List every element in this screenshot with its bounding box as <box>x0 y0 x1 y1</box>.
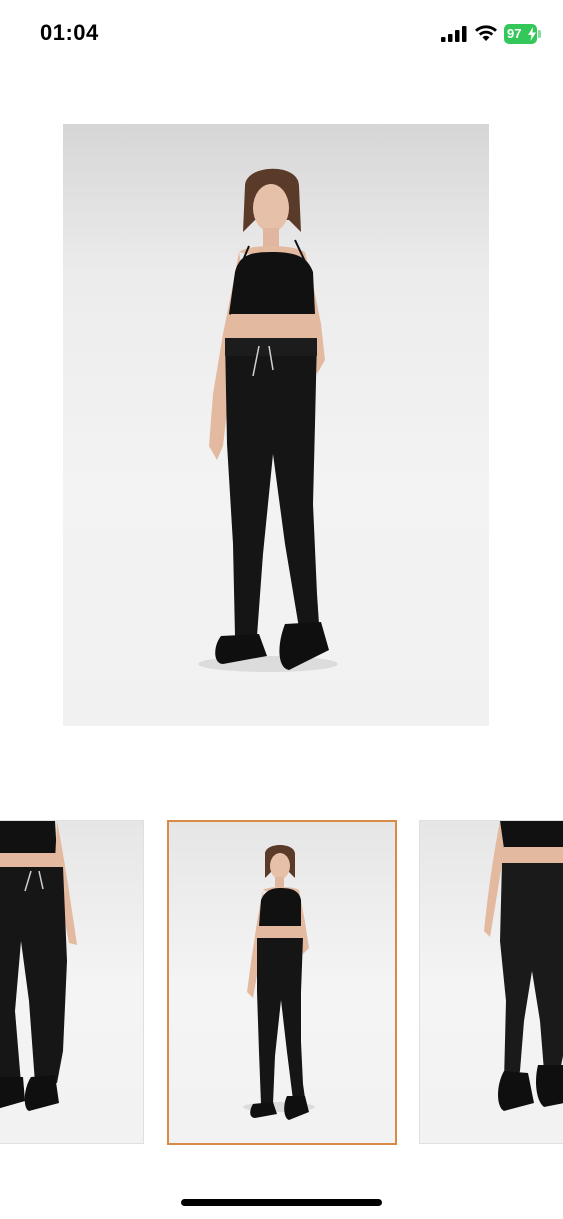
thumbnail-front-closeup[interactable] <box>0 820 144 1144</box>
battery-tip <box>538 30 541 38</box>
home-indicator[interactable] <box>181 1199 382 1206</box>
thumbnail-figure <box>0 821 77 1111</box>
model-figure <box>198 168 338 672</box>
battery-icon: 97 <box>504 24 542 44</box>
status-bar: 01:04 97 <box>0 0 563 70</box>
thumbnail-figure <box>243 845 315 1120</box>
status-time: 01:04 <box>40 20 99 45</box>
thumbnail-figure <box>484 821 563 1111</box>
thumbnail-back-closeup[interactable] <box>419 820 563 1144</box>
wifi-icon <box>475 25 497 41</box>
product-gallery-screen: 01:04 97 <box>0 0 563 1219</box>
thumbnail-full-body-front[interactable] <box>167 820 397 1145</box>
main-product-image[interactable] <box>63 124 489 726</box>
thumbnail-strip <box>0 820 563 1146</box>
signal-icon <box>441 26 467 42</box>
charging-bolt-icon <box>528 27 536 41</box>
